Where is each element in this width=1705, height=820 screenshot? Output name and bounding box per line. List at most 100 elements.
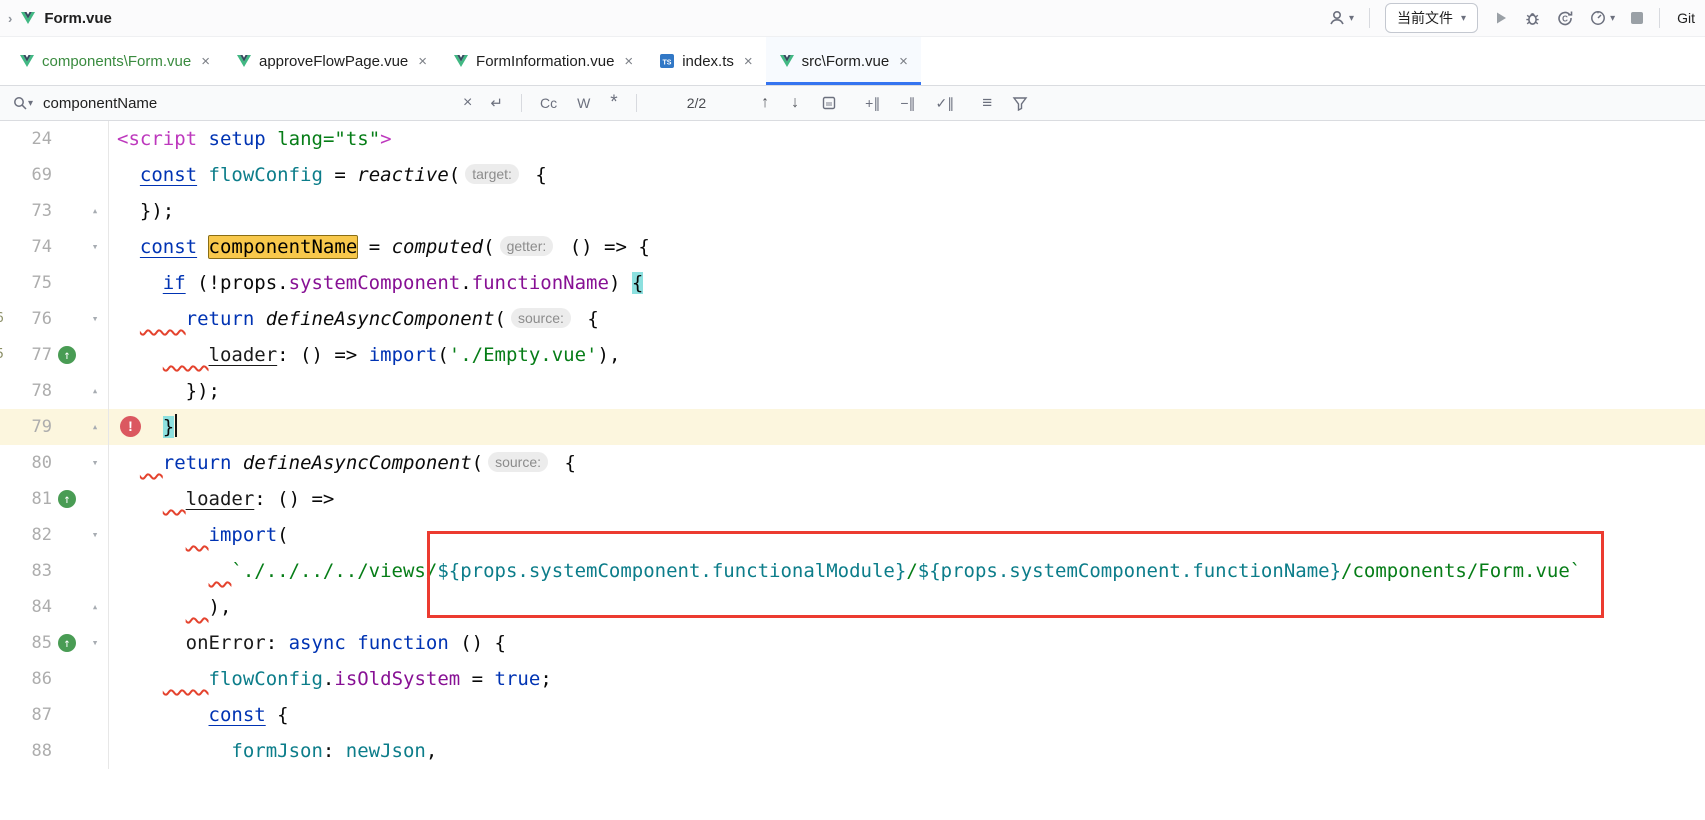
breadcrumb-chevron-icon: › [8,11,12,26]
gutter-icon-cell [52,661,82,697]
divider [1369,8,1370,28]
gutter-implemented-icon[interactable]: ↑ [58,490,76,508]
vue-icon [236,53,252,69]
code-line[interactable]: 73 }); [0,193,1705,229]
code-line[interactable]: 577↑ loader: () => import('./Empty.vue')… [0,337,1705,373]
code-token: function [357,632,449,654]
divider [521,94,522,112]
svg-text:TS: TS [663,60,672,67]
code-text: return defineAsyncComponent(source: { [108,301,599,337]
code-line[interactable]: 87 const { [0,697,1705,733]
next-match-button[interactable]: ↓ [791,94,799,112]
occurrence-actions: +∥ −∥ ✓∥ [865,95,954,112]
code-line[interactable]: 75 if (!props.systemComponent.functionNa… [0,265,1705,301]
error-icon[interactable]: ! [120,416,141,437]
code-token [197,236,208,258]
fold-start-icon[interactable] [82,301,108,337]
search-match-highlight: componentName [209,236,358,258]
close-icon[interactable]: × [201,53,210,70]
fold-start-icon[interactable] [82,625,108,661]
gutter-implemented-icon[interactable]: ↑ [58,634,76,652]
run-with-coverage-button[interactable]: C [1556,9,1574,27]
fold-start-icon[interactable] [82,445,108,481]
code-token: { [266,704,289,726]
tab-approveflowpage-vue[interactable]: approveFlowPage.vue × [223,37,440,85]
fold-start-icon[interactable] [82,517,108,553]
code-line[interactable]: 83 `./../../../views/${props.systemCompo… [0,553,1705,589]
select-all-occurrences-button[interactable]: ✓∥ [936,95,955,112]
code-line[interactable]: 81↑ loader: () => [0,481,1705,517]
code-line[interactable]: 85↑ onError: async function () { [0,625,1705,661]
code-line[interactable]: 88 formJson: newJson, [0,733,1705,769]
find-in-selection-button[interactable] [821,95,837,111]
code-text: loader: () => [108,481,334,517]
vcs-widget[interactable]: Git [1675,10,1695,26]
parameter-hint: source: [488,452,548,472]
code-line[interactable]: 84 ), [0,589,1705,625]
code-token: { [576,308,599,330]
code-line[interactable]: 676 return defineAsyncComponent(source: … [0,301,1705,337]
code-line[interactable]: 82 import( [0,517,1705,553]
code-token: return [186,308,255,330]
code-token: computed [392,236,484,258]
code-editor[interactable]: 24<script setup lang="ts">69 const flowC… [0,121,1705,820]
code-line[interactable]: 24<script setup lang="ts"> [0,121,1705,157]
code-line[interactable]: 69 const flowConfig = reactive(target: { [0,157,1705,193]
code-token [117,344,163,366]
regex-toggle[interactable]: * [610,92,617,114]
code-line[interactable]: 78 }); [0,373,1705,409]
chevron-down-icon: ▾ [1349,13,1354,24]
tab-label: approveFlowPage.vue [259,53,408,70]
fold-end-icon[interactable] [82,193,108,229]
close-icon[interactable]: × [744,53,753,70]
code-token: import [369,344,438,366]
stop-button[interactable] [1630,11,1644,25]
code-line[interactable]: 80 return defineAsyncComponent(source: { [0,445,1705,481]
previous-match-button[interactable]: ↑ [761,94,769,112]
whole-words-toggle[interactable]: W [577,95,590,111]
title-bar: › Form.vue ▾ 当前文件 ▾ C ▾ [0,0,1705,37]
show-results-button[interactable]: ≡ [982,93,992,113]
code-token: = [357,236,391,258]
remove-occurrence-button[interactable]: −∥ [900,95,915,112]
code-token [197,128,208,150]
tab-forminformation-vue[interactable]: FormInformation.vue × [440,37,646,85]
tab-index-ts[interactable]: TS index.ts × [646,37,765,85]
add-occurrence-button[interactable]: +∥ [865,95,880,112]
code-token: : [323,740,346,762]
gutter-implemented-icon[interactable]: ↑ [58,346,76,364]
close-icon[interactable]: × [624,53,633,70]
code-token: reactive [357,164,449,186]
filter-button[interactable] [1012,95,1028,111]
search-icon[interactable] [12,95,28,111]
fold-end-icon[interactable] [82,373,108,409]
clear-icon[interactable]: × [463,94,472,112]
code-line[interactable]: !79 } [0,409,1705,445]
fold-start-icon[interactable] [82,229,108,265]
close-icon[interactable]: × [418,53,427,70]
match-case-toggle[interactable]: Cc [540,95,557,111]
tab-components-form-vue[interactable]: components\Form.vue × [6,37,223,85]
title-bar-left: › Form.vue [8,10,112,27]
code-token: return [163,452,232,474]
fold-end-icon[interactable] [82,589,108,625]
run-config-selector[interactable]: 当前文件 ▾ [1385,3,1478,33]
matched-brace: { [632,272,643,294]
text-cursor [175,414,177,437]
debug-button[interactable] [1524,10,1541,27]
close-icon[interactable]: × [899,53,908,70]
code-area[interactable]: 24<script setup lang="ts">69 const flowC… [0,121,1705,769]
newline-icon[interactable]: ↵ [490,94,503,112]
line-number: 76 [12,301,52,337]
tab-src-form-vue[interactable]: src\Form.vue × [766,37,921,85]
code-line[interactable]: 86 flowConfig.isOldSystem = true; [0,661,1705,697]
profiler-button[interactable]: ▾ [1589,9,1615,27]
code-line[interactable]: 74 const componentName = computed(getter… [0,229,1705,265]
fold-end-icon[interactable] [82,409,108,445]
run-button[interactable] [1493,10,1509,26]
search-input[interactable]: componentName [43,95,463,112]
search-history-chevron-icon[interactable]: ▾ [28,98,33,109]
code-token: . [460,272,471,294]
user-account-button[interactable]: ▾ [1328,9,1354,27]
code-token: loader [209,344,278,366]
